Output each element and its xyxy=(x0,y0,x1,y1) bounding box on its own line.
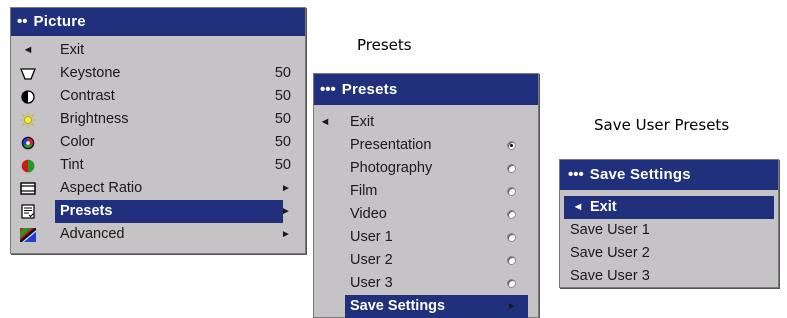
presets-icon xyxy=(20,200,36,223)
picture-item-aspect-ratio[interactable]: Aspect Ratio ► xyxy=(11,177,305,200)
brightness-value: 50 xyxy=(274,111,291,127)
contrast-icon xyxy=(20,85,36,108)
presets-item-label: User 2 xyxy=(350,252,393,268)
save-settings-menu: ••• Save Settings ◄ Exit Save User 1 Save… xyxy=(559,159,779,288)
picture-item-label: Brightness xyxy=(60,111,129,127)
contrast-value: 50 xyxy=(274,88,291,104)
presets-item-exit[interactable]: ◄ Exit xyxy=(314,111,538,134)
picture-item-keystone[interactable]: Keystone 50 xyxy=(11,62,305,85)
presets-item-user-3[interactable]: User 3 xyxy=(314,272,538,295)
save-item-exit[interactable]: ◄ Exit xyxy=(564,196,774,219)
radio-button-selected[interactable] xyxy=(507,141,516,150)
picture-item-presets[interactable]: Presets ► xyxy=(11,200,305,223)
picture-menu-title-text: Picture xyxy=(33,13,86,30)
picture-item-tint[interactable]: Tint 50 xyxy=(11,154,305,177)
submenu-arrow-icon: ► xyxy=(281,229,291,240)
picture-item-exit[interactable]: ◄ Exit xyxy=(11,39,305,62)
brightness-icon xyxy=(20,108,36,131)
picture-item-label: Advanced xyxy=(60,226,125,242)
picture-item-color[interactable]: Color 50 xyxy=(11,131,305,154)
aspect-ratio-icon xyxy=(20,177,36,200)
color-icon xyxy=(20,131,36,154)
presets-menu: ••• Presets ◄ Exit Presentation Photograp… xyxy=(313,73,539,318)
picture-item-contrast[interactable]: Contrast 50 xyxy=(11,85,305,108)
presets-menu-title: ••• Presets xyxy=(314,74,538,105)
presets-item-film[interactable]: Film xyxy=(314,180,538,203)
radio-button[interactable] xyxy=(507,256,516,265)
picture-item-label: Presets xyxy=(60,203,113,219)
presets-item-label: Photography xyxy=(350,160,433,176)
keystone-value: 50 xyxy=(274,65,291,81)
advanced-icon xyxy=(20,223,36,246)
submenu-arrow-icon: ► xyxy=(281,183,291,194)
picture-item-label: Color xyxy=(60,134,95,150)
left-arrow-icon: ◄ xyxy=(572,201,584,213)
presets-caption: Presets xyxy=(357,36,412,54)
picture-item-label: Aspect Ratio xyxy=(60,180,143,196)
color-value: 50 xyxy=(274,134,291,150)
presets-item-label: User 3 xyxy=(350,275,393,291)
save-user-presets-caption: Save User Presets xyxy=(594,116,730,134)
picture-item-advanced[interactable]: Advanced ► xyxy=(11,223,305,246)
presets-item-label: Presentation xyxy=(350,137,432,153)
picture-menu-title: •• Picture xyxy=(11,8,305,36)
presets-item-user-1[interactable]: User 1 xyxy=(314,226,538,249)
save-menu-title-text: Save Settings xyxy=(589,166,691,183)
picture-item-label: Keystone xyxy=(60,65,121,81)
presets-item-label: Film xyxy=(350,183,378,199)
submenu-arrow-icon: ► xyxy=(281,206,291,217)
radio-button[interactable] xyxy=(507,187,516,196)
radio-button[interactable] xyxy=(507,164,516,173)
presets-item-video[interactable]: Video xyxy=(314,203,538,226)
submenu-arrow-icon: ► xyxy=(507,301,517,312)
picture-item-label: Exit xyxy=(60,42,85,58)
picture-item-label: Contrast xyxy=(60,88,115,104)
save-item-label: Save User 3 xyxy=(570,268,650,284)
presets-item-presentation[interactable]: Presentation xyxy=(314,134,538,157)
save-item-user-3[interactable]: Save User 3 xyxy=(560,265,778,288)
tint-icon xyxy=(20,154,36,177)
presets-item-photography[interactable]: Photography xyxy=(314,157,538,180)
picture-item-brightness[interactable]: Brightness 50 xyxy=(11,108,305,131)
tint-value: 50 xyxy=(274,157,291,173)
left-arrow-icon: ◄ xyxy=(319,116,331,128)
presets-item-label: Video xyxy=(350,206,387,222)
title-dots: ••• xyxy=(568,166,584,183)
radio-button[interactable] xyxy=(507,210,516,219)
save-item-user-2[interactable]: Save User 2 xyxy=(560,242,778,265)
picture-item-label: Tint xyxy=(60,157,84,173)
presets-item-label: Save Settings xyxy=(350,298,446,314)
presets-menu-title-text: Presets xyxy=(341,81,398,98)
save-item-user-1[interactable]: Save User 1 xyxy=(560,219,778,242)
left-arrow-icon: ◄ xyxy=(22,44,34,56)
presets-item-label: User 1 xyxy=(350,229,393,245)
picture-menu: •• Picture ◄ Exit Keystone 50 Contrast 50… xyxy=(10,7,306,254)
title-dots: ••• xyxy=(320,81,336,98)
save-item-label: Exit xyxy=(590,199,617,215)
title-dots: •• xyxy=(17,13,28,30)
presets-item-user-2[interactable]: User 2 xyxy=(314,249,538,272)
save-item-label: Save User 1 xyxy=(570,222,650,238)
radio-button[interactable] xyxy=(507,233,516,242)
presets-item-save-settings[interactable]: Save Settings ► xyxy=(314,295,538,318)
save-menu-title: ••• Save Settings xyxy=(560,160,778,190)
radio-button[interactable] xyxy=(507,279,516,288)
save-item-label: Save User 2 xyxy=(570,245,650,261)
keystone-icon xyxy=(20,62,36,85)
presets-item-label: Exit xyxy=(350,114,375,130)
